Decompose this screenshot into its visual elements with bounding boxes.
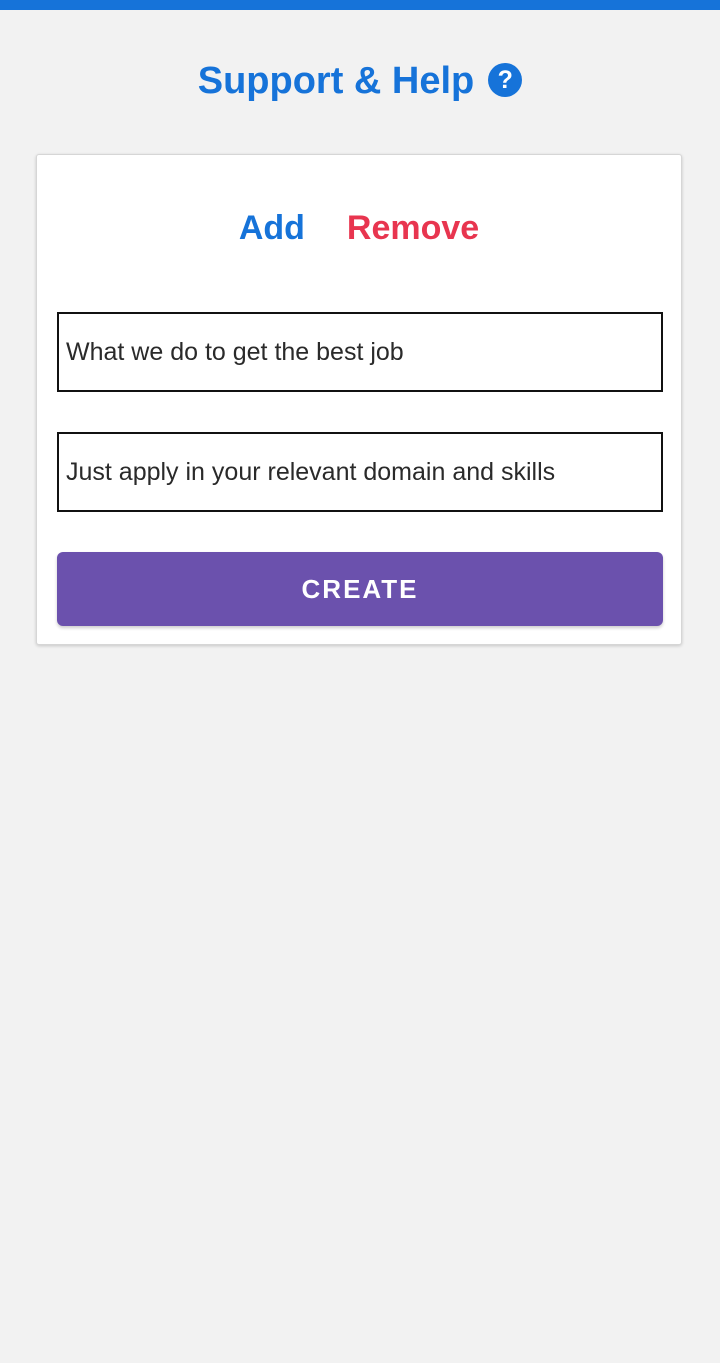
page-header: Support & Help ? <box>0 56 720 106</box>
tab-add[interactable]: Add <box>239 209 305 248</box>
top-accent-bar <box>0 0 720 10</box>
help-icon[interactable]: ? <box>488 63 523 97</box>
question-input[interactable]: What we do to get the best job <box>57 312 663 392</box>
mode-tabs: Add Remove <box>37 203 681 253</box>
faq-card: Add Remove What we do to get the best jo… <box>36 154 682 645</box>
answer-input[interactable]: Just apply in your relevant domain and s… <box>57 432 663 512</box>
page-title: Support & Help <box>197 59 475 102</box>
create-button[interactable]: CREATE <box>57 552 663 626</box>
tab-remove[interactable]: Remove <box>347 209 479 248</box>
